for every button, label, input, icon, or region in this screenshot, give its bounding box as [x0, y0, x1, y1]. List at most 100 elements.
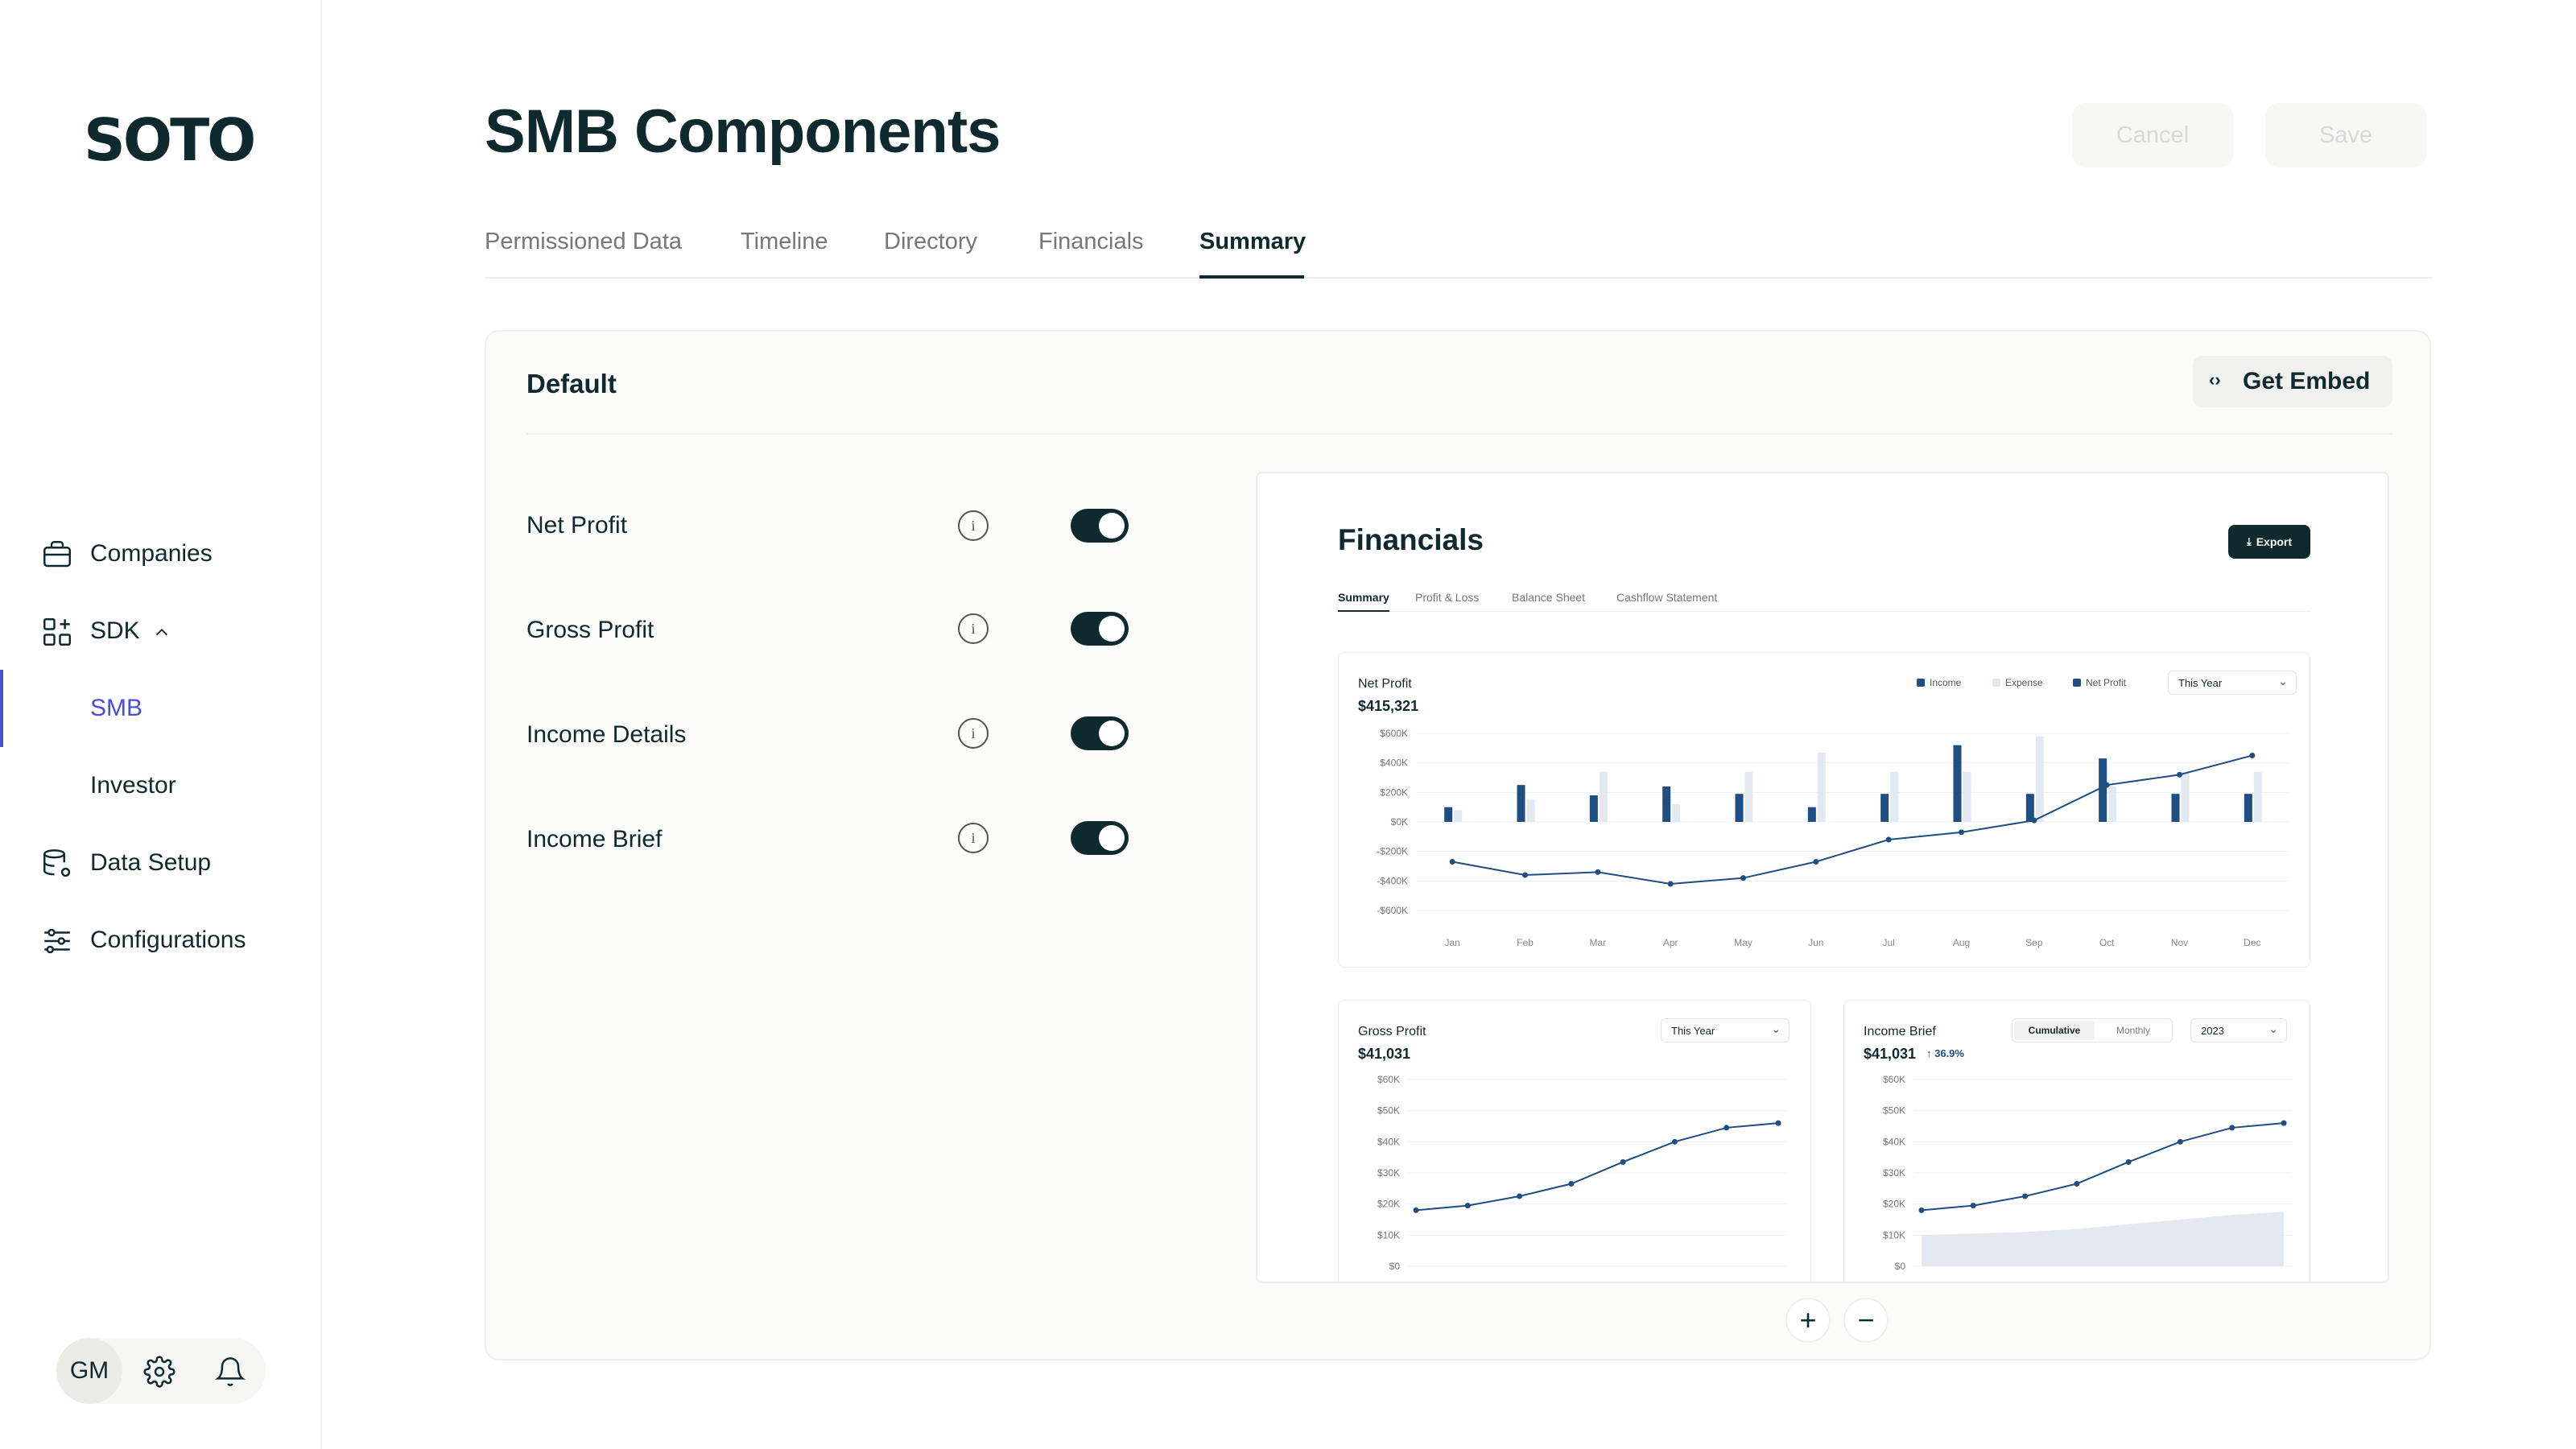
period-select[interactable]: This Year ⌄	[1661, 1018, 1790, 1042]
preview-tab-bar: Summary Profit & Loss Balance Sheet Cash…	[1338, 591, 2310, 612]
info-icon[interactable]: i	[958, 613, 989, 644]
x-tick-label: Jun	[1808, 937, 1823, 948]
income-brief-point	[1970, 1203, 1976, 1209]
y-tick-label: -$200K	[1377, 846, 1408, 857]
sidebar-item-label: Data Setup	[90, 849, 212, 876]
legend-expense: Expense	[1992, 677, 2043, 688]
x-tick-label: Nov	[2171, 937, 2188, 948]
info-icon[interactable]: i	[958, 823, 989, 853]
preview-tab-summary[interactable]: Summary	[1338, 591, 1389, 604]
y-tick-label: $30K	[1377, 1167, 1400, 1179]
net-profit-value: $415,321	[1358, 698, 1419, 714]
expense-bar	[1817, 752, 1826, 822]
sidebar-item-companies[interactable]: Companies	[0, 515, 320, 592]
info-icon[interactable]: i	[958, 718, 989, 749]
sliders-icon	[44, 928, 70, 954]
income-bar	[2099, 758, 2107, 822]
cumulative-option[interactable]: Cumulative	[2014, 1021, 2095, 1040]
net-profit-point	[2249, 753, 2256, 758]
cumulative-monthly-toggle: Cumulative Monthly	[2012, 1018, 2173, 1042]
gear-icon[interactable]	[143, 1356, 175, 1388]
net-profit-point	[1667, 881, 1674, 887]
zoom-out-button[interactable]: −	[1843, 1298, 1889, 1343]
income-bar	[2171, 794, 2180, 822]
year-select[interactable]: 2023 ⌄	[2190, 1018, 2287, 1042]
sidebar-item-data-setup[interactable]: Data Setup	[0, 824, 320, 902]
gross-profit-point	[1568, 1181, 1575, 1187]
sidebar-item-smb[interactable]: SMB	[0, 670, 320, 747]
tab-directory[interactable]: Directory	[884, 229, 977, 255]
toggle-income-details[interactable]	[1071, 716, 1129, 750]
sidebar-item-sdk[interactable]: SDK	[0, 592, 320, 670]
income-brief-line	[1921, 1122, 2285, 1212]
avatar[interactable]: GM	[56, 1338, 122, 1404]
toggle-gross-profit[interactable]	[1071, 612, 1129, 646]
income-brief-point	[2022, 1193, 2029, 1199]
period-select[interactable]: This Year ⌄	[2168, 671, 2297, 695]
net-profit-label: Net Profit	[1358, 677, 1412, 691]
net-profit-point	[1595, 869, 1601, 875]
income-change: ↑ 36.9%	[1926, 1047, 1964, 1059]
y-tick-label: $10K	[1377, 1229, 1400, 1241]
panel-title: Default	[526, 369, 617, 398]
y-tick-label: $0	[1895, 1261, 1906, 1272]
income-bar	[1880, 794, 1889, 822]
preview-tab-balance-sheet[interactable]: Balance Sheet	[1512, 591, 1585, 604]
get-embed-label: Get Embed	[2243, 368, 2371, 394]
y-tick-label: $0K	[1391, 816, 1408, 828]
y-tick-label: $0	[1389, 1261, 1401, 1272]
save-button[interactable]: Save	[2265, 103, 2426, 167]
y-tick-label: $30K	[1883, 1167, 1905, 1179]
tab-financials[interactable]: Financials	[1038, 229, 1144, 255]
x-tick-label: Apr	[1663, 937, 1678, 948]
y-tick-label: $20K	[1883, 1199, 1905, 1210]
export-button[interactable]: ⤓ Export	[2228, 525, 2310, 559]
net-profit-line	[1451, 754, 2253, 886]
gross-profit-point	[1671, 1138, 1678, 1145]
divider	[526, 433, 2392, 435]
bell-icon[interactable]	[214, 1356, 246, 1388]
income-bar	[1662, 786, 1671, 822]
zoom-in-button[interactable]: +	[1785, 1298, 1831, 1343]
chevron-up-icon[interactable]	[153, 623, 171, 641]
toggle-net-profit[interactable]	[1071, 509, 1129, 543]
cancel-button[interactable]: Cancel	[2072, 103, 2233, 167]
preview-tab-cashflow[interactable]: Cashflow Statement	[1616, 591, 1717, 604]
monthly-option[interactable]: Monthly	[2095, 1021, 2172, 1040]
income-brief-chart: $60K $50K $40K $30K $20K $10K $0	[1883, 1074, 2292, 1272]
sidebar-item-investor[interactable]: Investor	[0, 747, 320, 824]
soto-logo[interactable]: SOTO	[84, 106, 256, 174]
get-embed-button[interactable]: ‹› Get Embed	[2193, 356, 2392, 407]
gross-profit-value: $41,031	[1358, 1046, 1411, 1062]
expense-bar	[2108, 786, 2117, 822]
net-profit-point	[1959, 829, 1964, 836]
row-label-income-brief: Income Brief	[526, 826, 663, 852]
tab-summary[interactable]: Summary	[1199, 229, 1306, 255]
expense-bar	[1890, 771, 1899, 822]
x-tick-label: Aug	[1953, 937, 1970, 948]
info-icon[interactable]: i	[958, 510, 989, 541]
tab-permissioned-data[interactable]: Permissioned Data	[485, 229, 682, 255]
x-tick-label: Dec	[2244, 937, 2260, 948]
y-tick-label: $50K	[1883, 1105, 1905, 1117]
gross-profit-point	[1464, 1203, 1471, 1209]
expense-bar	[1526, 799, 1535, 822]
net-profit-point	[2177, 771, 2182, 778]
income-bar	[1589, 795, 1598, 822]
income-bar	[2025, 794, 2034, 822]
income-bar	[1444, 807, 1453, 822]
y-tick-label: $10K	[1883, 1229, 1905, 1241]
preview-tab-profit-loss[interactable]: Profit & Loss	[1415, 591, 1479, 604]
tab-timeline[interactable]: Timeline	[741, 229, 828, 255]
expense-bar	[1454, 810, 1463, 822]
toggle-income-brief[interactable]	[1071, 821, 1129, 855]
gross-profit-point	[1517, 1193, 1523, 1199]
expense-bar	[2253, 771, 2262, 822]
x-tick-label: May	[1734, 937, 1752, 948]
legend-net-profit: Net Profit	[2073, 677, 2126, 688]
sidebar-item-configurations[interactable]: Configurations	[0, 902, 320, 979]
income-bar	[2244, 794, 2252, 822]
y-tick-label: $60K	[1883, 1074, 1905, 1085]
briefcase-icon	[43, 541, 71, 568]
user-toolbar: GM	[56, 1338, 266, 1404]
